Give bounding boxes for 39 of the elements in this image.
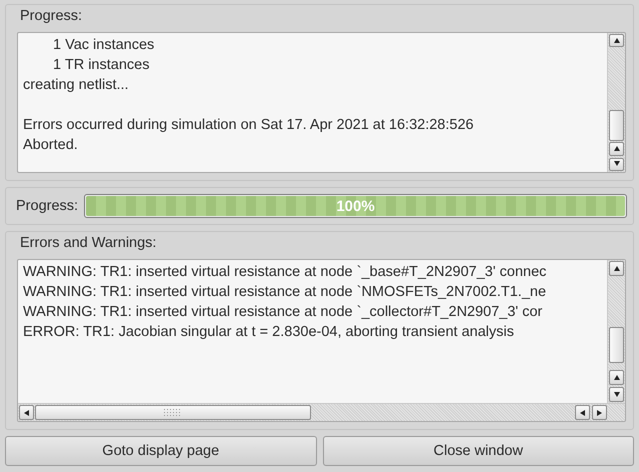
- log-text-area[interactable]: 1 Vac instances 1 TR instances creating netlist... Errors occurred during simulation on Sat 17. Apr 2021 at 16:32:28:526 Aborted.: [17, 32, 626, 173]
- scroll-arrow-button[interactable]: [609, 261, 624, 276]
- dialog-button[interactable]: Goto display page: [5, 436, 316, 466]
- progress-reading: 100%: [335, 196, 376, 216]
- scroll-thumb[interactable]: [609, 110, 624, 142]
- dialog-button[interactable]: Close window: [322, 436, 634, 466]
- scroll-arrow-button[interactable]: [19, 405, 34, 420]
- log-line: Aborted.: [23, 136, 78, 155]
- arrow-up-icon: [612, 144, 620, 153]
- scroll-arrow-button[interactable]: [609, 387, 624, 402]
- scroll-arrow-button[interactable]: [609, 142, 624, 156]
- log-line: Errors occurred during simulation on Sat 17. Apr 2021 at 16:32:28:526: [23, 116, 474, 135]
- arrow-down-icon: [612, 160, 620, 168]
- vertical-scrollbar[interactable]: [607, 33, 625, 172]
- log-line: 1 Vac instances: [52, 36, 154, 55]
- log-line: WARNING: TR1: inserted virtual resistance at node `_base#T_2N2907_3' connec: [23, 263, 546, 282]
- arrow-up-icon: [612, 374, 620, 382]
- errors-text-area[interactable]: [17, 259, 626, 422]
- horizontal-scrollbar[interactable]: [18, 403, 625, 421]
- log-line: WARNING: TR1: inserted virtual resistance at node `_collector#T_2N2907_3' cor: [23, 303, 542, 322]
- arrow-up-icon: [612, 36, 620, 45]
- scroll-arrow-button[interactable]: [575, 405, 590, 420]
- arrow-left-icon: [578, 408, 586, 416]
- log-line: WARNING: TR1: inserted virtual resistance at node `NMOSFETs_2N7002.T1._ne: [23, 283, 546, 302]
- arrow-left-icon: [22, 408, 30, 416]
- scroll-arrow-button[interactable]: [609, 158, 624, 171]
- scroll-arrow-button[interactable]: [609, 370, 624, 385]
- vertical-scrollbar[interactable]: [607, 260, 625, 403]
- arrow-up-icon: [612, 264, 620, 272]
- log-line: ERROR: TR1: Jacobian singular at t = 2.830e-04, aborting transient analysis: [23, 323, 514, 342]
- scroll-thumb[interactable]: [609, 327, 624, 363]
- scroll-thumb[interactable]: [35, 405, 311, 420]
- log-line: creating netlist...: [23, 76, 129, 95]
- arrow-down-icon: [612, 390, 620, 398]
- arrow-right-icon: [596, 408, 604, 416]
- scroll-arrow-button[interactable]: [609, 34, 624, 48]
- progress-label: Progress:: [16, 198, 78, 214]
- log-line: 1 TR instances: [52, 56, 150, 75]
- scroll-arrow-button[interactable]: [592, 405, 607, 420]
